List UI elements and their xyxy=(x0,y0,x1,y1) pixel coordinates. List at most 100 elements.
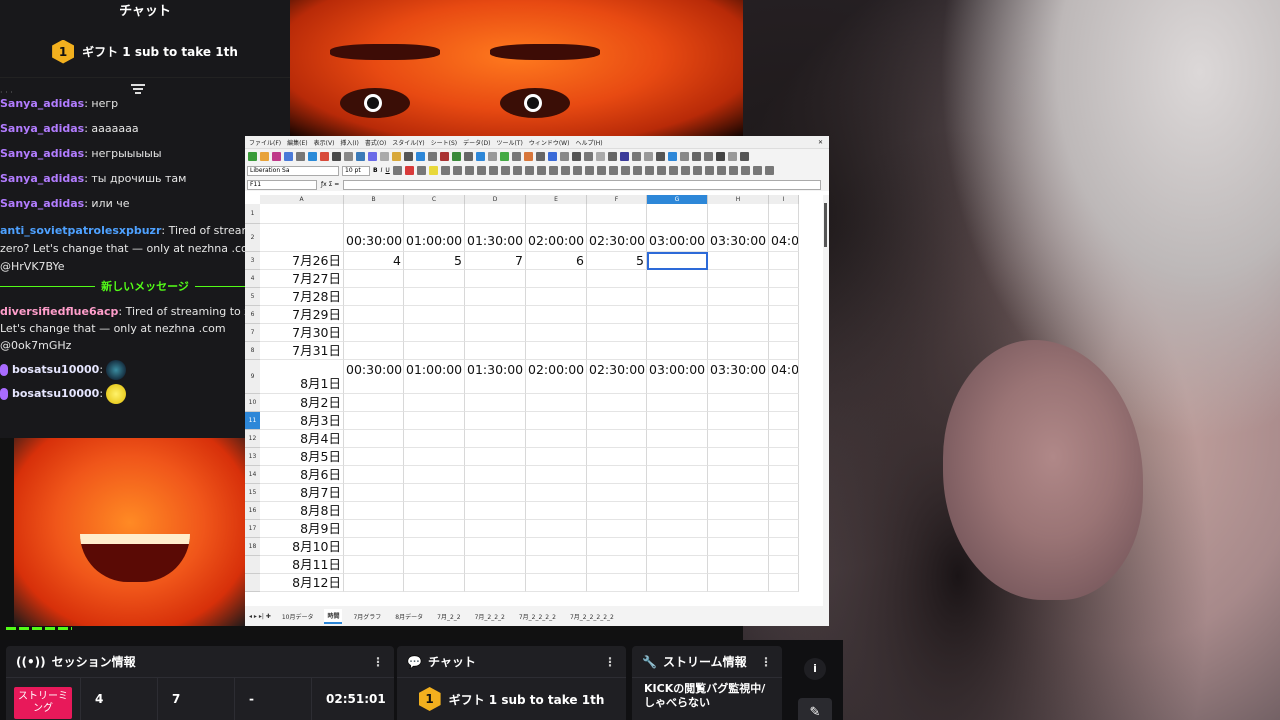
cell[interactable] xyxy=(647,394,708,412)
format-button-icon[interactable] xyxy=(500,166,510,175)
row-header[interactable]: 6 xyxy=(245,306,260,324)
format-button-icon[interactable] xyxy=(752,166,762,175)
cell[interactable] xyxy=(708,430,769,448)
cell[interactable] xyxy=(344,342,404,360)
cell[interactable] xyxy=(647,430,708,448)
cell[interactable] xyxy=(526,466,587,484)
cell[interactable] xyxy=(708,394,769,412)
cell[interactable] xyxy=(526,574,587,592)
toolbar-button-icon[interactable] xyxy=(584,151,593,161)
cell[interactable]: 7月31日 xyxy=(260,342,344,360)
cell[interactable]: 8月10日 xyxy=(260,538,344,556)
format-button-icon[interactable] xyxy=(524,166,534,175)
format-button-icon[interactable] xyxy=(608,166,618,175)
column-header[interactable]: H xyxy=(708,195,769,204)
toolbar-button-icon[interactable] xyxy=(728,151,737,161)
cell[interactable]: 03:00:00 xyxy=(647,224,708,252)
cell[interactable]: 02:00:00 xyxy=(526,224,587,252)
format-button-icon[interactable] xyxy=(656,166,666,175)
cell[interactable] xyxy=(647,502,708,520)
cell[interactable] xyxy=(587,556,647,574)
format-button-icon[interactable] xyxy=(716,166,726,175)
cell[interactable] xyxy=(708,466,769,484)
cell[interactable] xyxy=(465,466,526,484)
row-header[interactable]: 8 xyxy=(245,342,260,360)
bold-icon[interactable]: B xyxy=(373,167,378,174)
cell[interactable] xyxy=(769,538,799,556)
cell[interactable] xyxy=(344,520,404,538)
cell[interactable] xyxy=(647,306,708,324)
row-header[interactable]: 1 xyxy=(245,204,260,224)
toolbar-button-icon[interactable] xyxy=(404,151,413,161)
cell[interactable] xyxy=(404,412,465,430)
cell[interactable] xyxy=(526,204,587,224)
format-button-icon[interactable] xyxy=(728,166,738,175)
cell[interactable]: 03:30:00 xyxy=(708,360,769,394)
menu-item-view[interactable]: 表示(V) xyxy=(314,138,335,147)
cell[interactable]: 7月26日 xyxy=(260,252,344,270)
cell[interactable]: 8月9日 xyxy=(260,520,344,538)
cell[interactable] xyxy=(587,502,647,520)
toolbar-button-icon[interactable] xyxy=(260,151,269,161)
cell[interactable] xyxy=(526,448,587,466)
toolbar-button-icon[interactable] xyxy=(644,151,653,161)
chat-username[interactable]: Sanya_adidas xyxy=(0,97,84,110)
cell[interactable]: 02:30:00 xyxy=(587,224,647,252)
cell[interactable] xyxy=(526,538,587,556)
menu-item-help[interactable]: ヘルプ(H) xyxy=(575,138,602,147)
cell[interactable] xyxy=(465,430,526,448)
cell[interactable] xyxy=(769,412,799,430)
toolbar-button-icon[interactable] xyxy=(392,151,401,161)
format-button-icon[interactable] xyxy=(464,166,474,175)
cell[interactable] xyxy=(344,574,404,592)
format-button-icon[interactable] xyxy=(404,166,414,175)
column-header[interactable]: C xyxy=(404,195,465,204)
chat-username[interactable]: anti_sovietpatrolesxpbuzr xyxy=(0,224,161,237)
row-header[interactable]: 5 xyxy=(245,288,260,306)
cell[interactable] xyxy=(465,412,526,430)
cell[interactable] xyxy=(708,484,769,502)
cell[interactable] xyxy=(587,538,647,556)
format-button-icon[interactable] xyxy=(512,166,522,175)
cell[interactable] xyxy=(404,394,465,412)
cell[interactable] xyxy=(769,394,799,412)
cell[interactable] xyxy=(526,288,587,306)
cell[interactable] xyxy=(708,538,769,556)
toolbar-button-icon[interactable] xyxy=(632,151,641,161)
column-header[interactable]: D xyxy=(465,195,526,204)
toolbar-button-icon[interactable] xyxy=(344,151,353,161)
cell[interactable]: 7月27日 xyxy=(260,270,344,288)
format-button-icon[interactable] xyxy=(572,166,582,175)
toolbar-button-icon[interactable] xyxy=(536,151,545,161)
cell[interactable] xyxy=(708,204,769,224)
cell[interactable] xyxy=(344,204,404,224)
cell[interactable] xyxy=(587,430,647,448)
sheet-tab[interactable]: 10月データ xyxy=(279,610,317,623)
cell[interactable] xyxy=(404,556,465,574)
cell[interactable] xyxy=(526,394,587,412)
cell[interactable]: 04:00:0 xyxy=(769,360,799,394)
cell[interactable] xyxy=(708,574,769,592)
row-header[interactable]: 17 xyxy=(245,520,260,538)
format-button-icon[interactable] xyxy=(488,166,498,175)
cell[interactable] xyxy=(769,342,799,360)
sheet-tab[interactable]: 7月_2_2_2_2 xyxy=(516,610,559,623)
cell[interactable] xyxy=(465,502,526,520)
cell[interactable]: 01:30:00 xyxy=(465,360,526,394)
format-button-icon[interactable] xyxy=(644,166,654,175)
row-header[interactable]: 14 xyxy=(245,466,260,484)
format-button-icon[interactable] xyxy=(704,166,714,175)
cell[interactable] xyxy=(465,448,526,466)
cell[interactable]: 8月2日 xyxy=(260,394,344,412)
cell[interactable] xyxy=(344,466,404,484)
cell[interactable] xyxy=(708,412,769,430)
cell[interactable] xyxy=(769,324,799,342)
cell[interactable] xyxy=(708,306,769,324)
toolbar-button-icon[interactable] xyxy=(488,151,497,161)
cell[interactable] xyxy=(647,466,708,484)
format-button-icon[interactable] xyxy=(548,166,558,175)
toolbar-button-icon[interactable] xyxy=(620,151,629,161)
cell[interactable] xyxy=(404,324,465,342)
menu-item-data[interactable]: データ(D) xyxy=(463,138,490,147)
name-box[interactable]: F11 xyxy=(247,179,317,190)
